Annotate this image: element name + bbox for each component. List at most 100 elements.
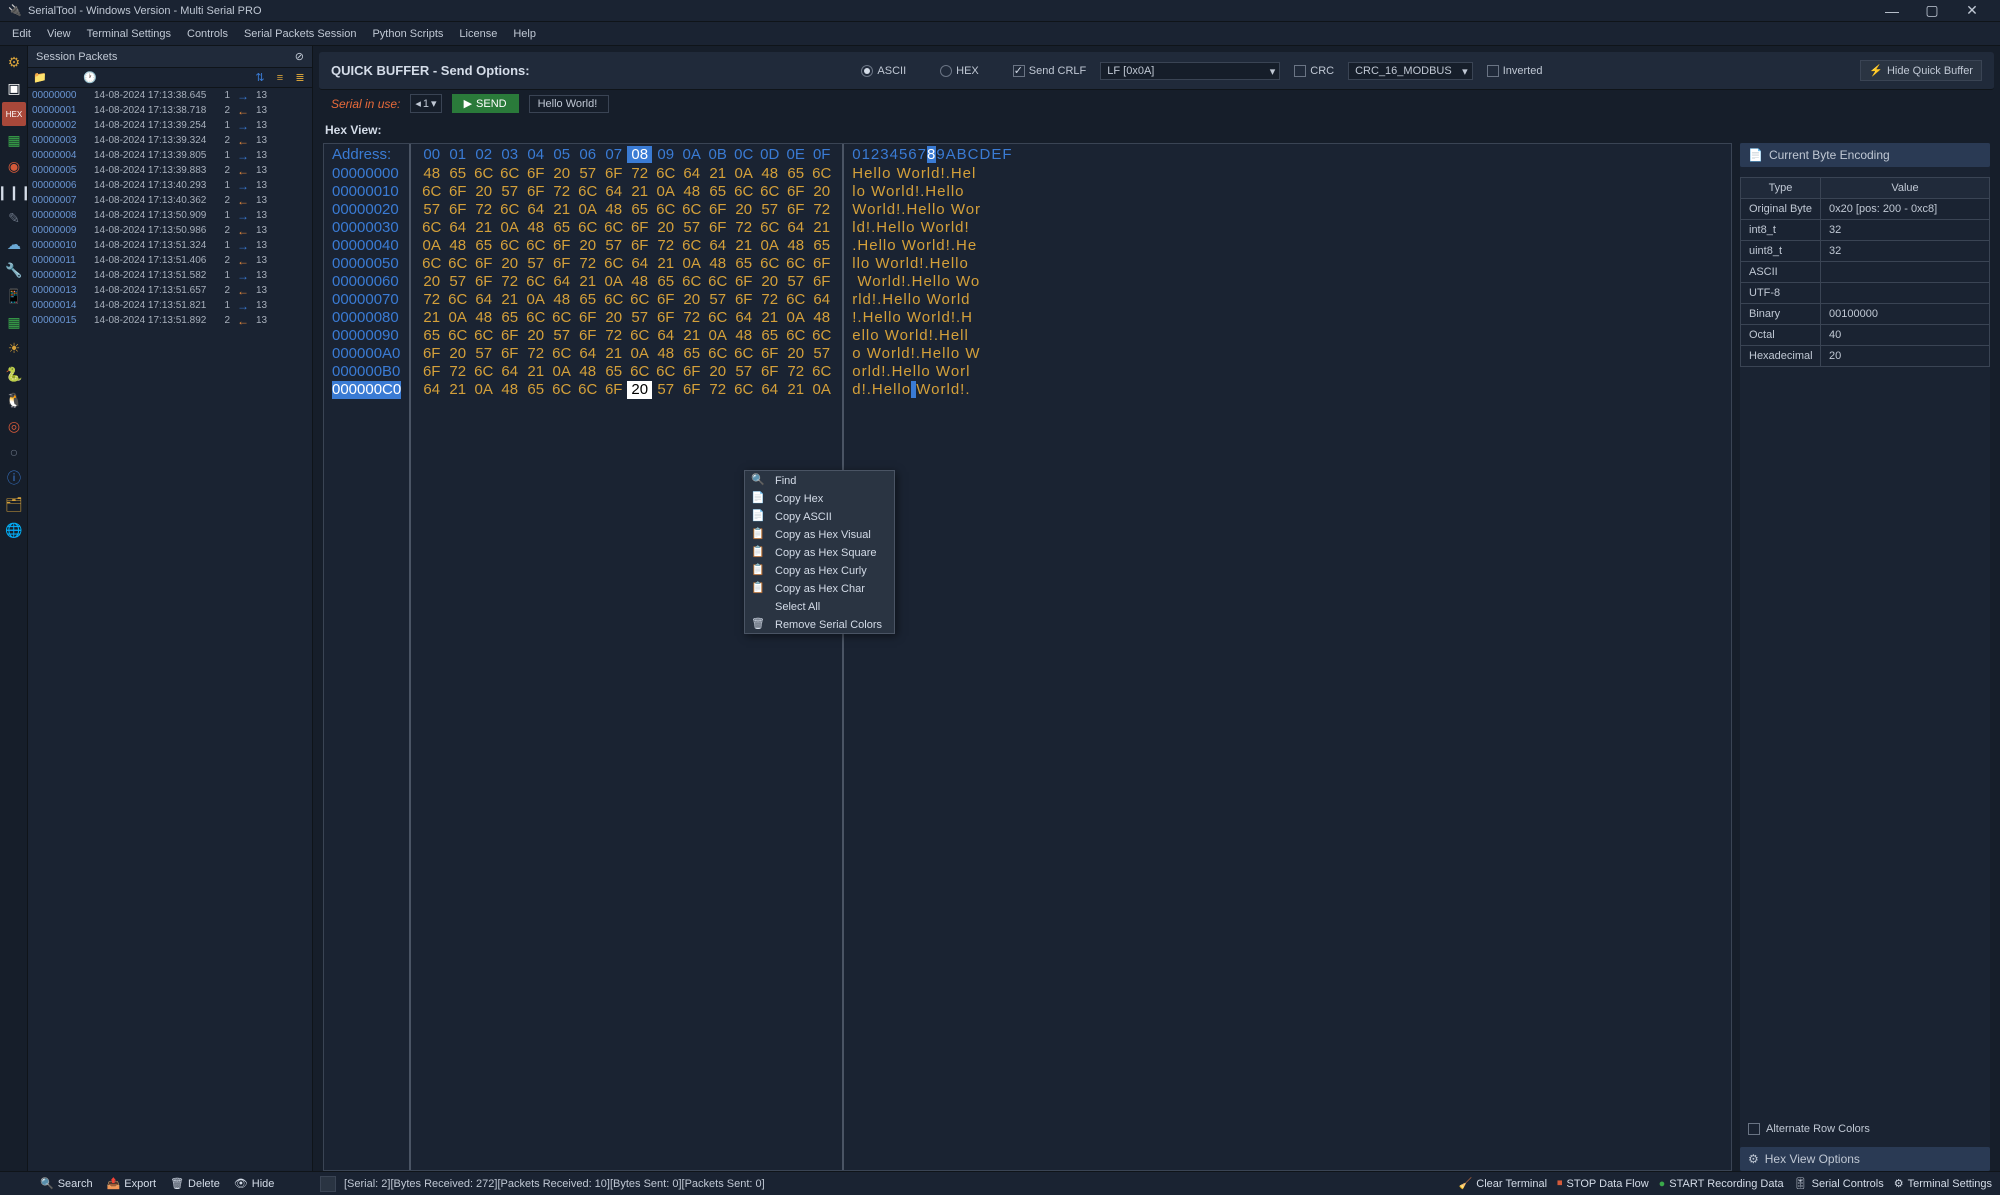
- crlf-select[interactable]: LF [0x0A]: [1100, 62, 1280, 80]
- gear-icon[interactable]: ⚙: [2, 50, 26, 74]
- layers-icon[interactable]: ❙❙❙: [2, 180, 26, 204]
- wrench-icon[interactable]: 🔧: [2, 258, 26, 282]
- hex-view-options-button[interactable]: ⚙ Hex View Options: [1740, 1147, 1990, 1171]
- packet-row[interactable]: 0000000814-08-2024 17:13:50.9091→13: [28, 208, 312, 223]
- packet-row[interactable]: 0000001114-08-2024 17:13:51.4062←13: [28, 253, 312, 268]
- packet-row[interactable]: 0000001214-08-2024 17:13:51.5821→13: [28, 268, 312, 283]
- serial-number-spinner[interactable]: ◂ 1 ▾: [410, 94, 441, 113]
- terminal-icon[interactable]: ▣: [2, 76, 26, 100]
- menu-view[interactable]: View: [39, 24, 79, 44]
- menu-terminal-settings[interactable]: Terminal Settings: [79, 24, 179, 44]
- packet-row[interactable]: 0000000914-08-2024 17:13:50.9862←13: [28, 223, 312, 238]
- radio-icon: [940, 65, 952, 77]
- packet-row[interactable]: 0000000514-08-2024 17:13:39.8832←13: [28, 163, 312, 178]
- ascii-radio[interactable]: ASCII: [861, 65, 906, 77]
- hex-icon[interactable]: HEX: [2, 102, 26, 126]
- maximize-button[interactable]: ▢: [1912, 0, 1952, 22]
- hex-radio[interactable]: HEX: [940, 65, 979, 77]
- card-icon[interactable]: 🗂: [2, 492, 26, 516]
- packet-row[interactable]: 0000001414-08-2024 17:13:51.8211→13: [28, 298, 312, 313]
- encoding-head-row: Type Value: [1741, 178, 1989, 198]
- grid-icon[interactable]: ▦: [2, 310, 26, 334]
- folder-icon[interactable]: 📁: [32, 70, 48, 86]
- sliders-icon: 🎚: [1794, 1177, 1808, 1190]
- packet-row[interactable]: 0000000314-08-2024 17:13:39.3242←13: [28, 133, 312, 148]
- context-menu[interactable]: 🔍Find📄Copy Hex📄Copy ASCII📋Copy as Hex Vi…: [744, 470, 895, 634]
- packet-list[interactable]: 0000000014-08-2024 17:13:38.6451→1300000…: [28, 88, 312, 1171]
- context-menu-item[interactable]: 📋Copy as Hex Square: [745, 543, 894, 561]
- send-text-input[interactable]: Hello World!: [529, 95, 609, 113]
- info-icon[interactable]: ⓘ: [2, 466, 26, 490]
- stop-dataflow-action[interactable]: ⏹STOP Data Flow: [1557, 1177, 1649, 1190]
- context-menu-item[interactable]: 🗑Remove Serial Colors: [745, 615, 894, 633]
- gear-small-icon: ⚙: [1748, 1152, 1759, 1166]
- packet-row[interactable]: 0000001014-08-2024 17:13:51.3241→13: [28, 238, 312, 253]
- close-button[interactable]: ✕: [1952, 0, 1992, 22]
- packet-row[interactable]: 0000000614-08-2024 17:13:40.2931→13: [28, 178, 312, 193]
- status-left-actions: 🔍Search 📤Export 🗑Delete 👁Hide: [40, 1177, 274, 1190]
- send-crlf-checkbox[interactable]: Send CRLF: [1013, 65, 1086, 77]
- hide-action[interactable]: 👁Hide: [234, 1177, 275, 1190]
- serial-controls-action[interactable]: 🎚Serial Controls: [1794, 1177, 1884, 1190]
- encoding-row: uint8_t32: [1741, 240, 1989, 261]
- send-button[interactable]: ▶ SEND: [452, 94, 519, 113]
- sun-icon[interactable]: ☀: [2, 336, 26, 360]
- panel-pin-icon[interactable]: ⊘: [295, 50, 304, 63]
- encoding-row: Hexadecimal20: [1741, 345, 1989, 366]
- python-icon[interactable]: 🐍: [2, 362, 26, 386]
- delete-action[interactable]: 🗑Delete: [170, 1177, 220, 1190]
- alternate-row-colors-checkbox[interactable]: Alternate Row Colors: [1740, 1115, 1990, 1143]
- packet-row[interactable]: 0000000014-08-2024 17:13:38.6451→13: [28, 88, 312, 103]
- packet-row[interactable]: 0000001514-08-2024 17:13:51.8922←13: [28, 313, 312, 328]
- swirl-icon[interactable]: ◎: [2, 414, 26, 438]
- packet-row[interactable]: 0000001314-08-2024 17:13:51.6572←13: [28, 283, 312, 298]
- circle-red-icon[interactable]: ◉: [2, 154, 26, 178]
- packet-row[interactable]: 0000000214-08-2024 17:13:39.2541→13: [28, 118, 312, 133]
- square-green-icon[interactable]: ▦: [2, 128, 26, 152]
- menu-help[interactable]: Help: [505, 24, 544, 44]
- clock-icon[interactable]: 🕐: [82, 70, 98, 86]
- quick-buffer-bar: QUICK BUFFER - Send Options: ASCII HEX S…: [319, 52, 1994, 90]
- export-action[interactable]: 📤Export: [107, 1177, 157, 1190]
- menu-serial-packets-session[interactable]: Serial Packets Session: [236, 24, 365, 44]
- menu-python-scripts[interactable]: Python Scripts: [364, 24, 451, 44]
- circle-gray-icon[interactable]: ○: [2, 440, 26, 464]
- main-area: ⚙ ▣ HEX ▦ ◉ ❙❙❙ ✎ ☁ 🔧 📱 ▦ ☀ 🐍 🐧 ◎ ○ ⓘ 🗂 …: [0, 46, 2000, 1171]
- context-menu-item[interactable]: 📋Copy as Hex Visual: [745, 525, 894, 543]
- spin-right-icon[interactable]: ▾: [431, 97, 437, 110]
- hide-quick-buffer-button[interactable]: ⚡ Hide Quick Buffer: [1860, 60, 1982, 81]
- bars-icon[interactable]: ≣: [292, 70, 308, 86]
- spin-left-icon[interactable]: ◂: [415, 97, 421, 110]
- list-icon[interactable]: ≡: [272, 70, 288, 86]
- packet-row[interactable]: 0000000114-08-2024 17:13:38.7182←13: [28, 103, 312, 118]
- sort-icon[interactable]: ⇅: [252, 70, 268, 86]
- hex-view[interactable]: Address: 0000000000000010000000200000003…: [323, 143, 1732, 1171]
- device-icon[interactable]: 📱: [2, 284, 26, 308]
- cloud-icon[interactable]: ☁: [2, 232, 26, 256]
- context-menu-item[interactable]: 📋Copy as Hex Char: [745, 579, 894, 597]
- packet-row[interactable]: 0000000414-08-2024 17:13:39.8051→13: [28, 148, 312, 163]
- context-menu-item[interactable]: 📄Copy Hex: [745, 489, 894, 507]
- inverted-checkbox[interactable]: Inverted: [1487, 65, 1543, 77]
- context-menu-item[interactable]: 📋Copy as Hex Curly: [745, 561, 894, 579]
- packet-row[interactable]: 0000000714-08-2024 17:13:40.3622←13: [28, 193, 312, 208]
- penguin-icon[interactable]: 🐧: [2, 388, 26, 412]
- menu-controls[interactable]: Controls: [179, 24, 236, 44]
- context-menu-item[interactable]: Select All: [745, 597, 894, 615]
- clear-terminal-action[interactable]: 🧹Clear Terminal: [1459, 1177, 1547, 1190]
- menu-edit[interactable]: Edit: [4, 24, 39, 44]
- crc-select[interactable]: CRC_16_MODBUS: [1348, 62, 1473, 80]
- context-menu-item[interactable]: 📄Copy ASCII: [745, 507, 894, 525]
- search-action[interactable]: 🔍Search: [40, 1177, 93, 1190]
- flash-icon: ⚡: [1869, 64, 1883, 77]
- menu-license[interactable]: License: [451, 24, 505, 44]
- start-recording-action[interactable]: ●START Recording Data: [1659, 1177, 1784, 1190]
- status-box-icon[interactable]: [320, 1176, 336, 1192]
- crc-checkbox[interactable]: CRC: [1294, 65, 1334, 77]
- wand-icon[interactable]: ✎: [2, 206, 26, 230]
- context-menu-item[interactable]: 🔍Find: [745, 471, 894, 489]
- byte-encoding-panel: 📄 Current Byte Encoding Type Value Origi…: [1740, 143, 1990, 1171]
- terminal-settings-action[interactable]: ⚙Terminal Settings: [1894, 1177, 1992, 1190]
- globe-icon[interactable]: 🌐: [2, 518, 26, 542]
- minimize-button[interactable]: —: [1872, 0, 1912, 22]
